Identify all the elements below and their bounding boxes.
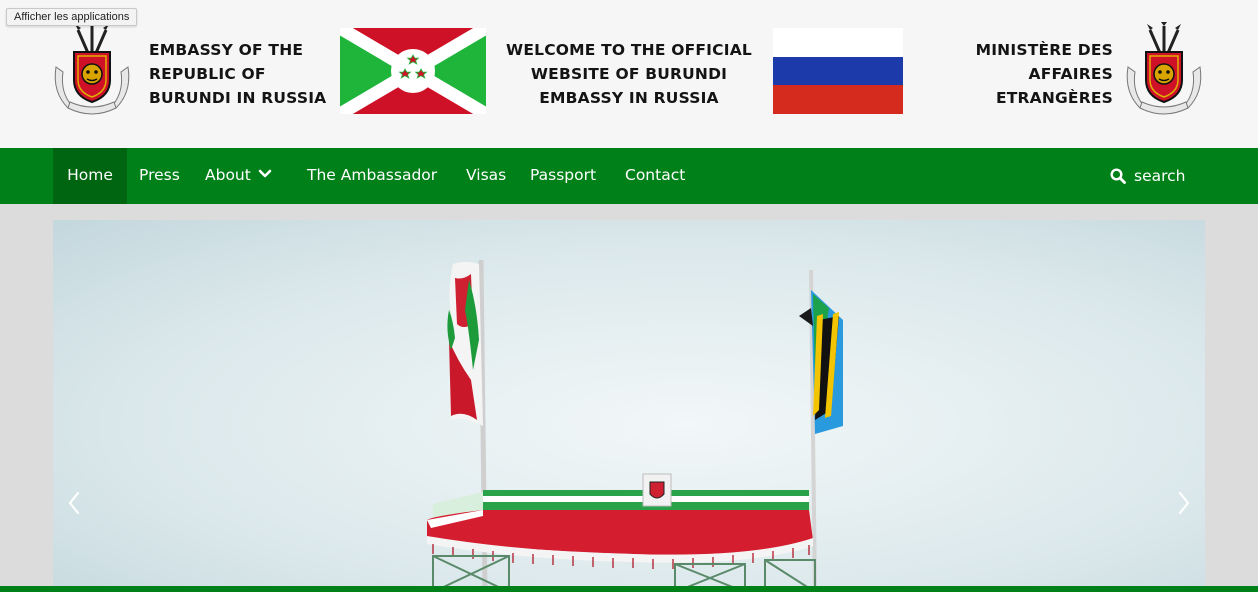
nav-press[interactable]: Press: [139, 148, 180, 204]
burundi-flag-icon: [340, 28, 486, 114]
coat-of-arms-right-icon[interactable]: [1122, 22, 1206, 122]
nav-passport[interactable]: Passport: [530, 148, 596, 204]
welcome-text-line: WELCOME TO THE OFFICIAL: [506, 41, 752, 59]
russia-flag-icon: [773, 28, 903, 114]
nav-about[interactable]: About: [205, 148, 272, 204]
embassy-title-line: EMBASSY OF THE: [149, 41, 304, 59]
welcome-text: WELCOME TO THE OFFICIAL WEBSITE OF BURUN…: [500, 38, 758, 110]
hero-slide-image: [53, 220, 1205, 592]
ministry-title-line: AFFAIRES: [1028, 65, 1113, 83]
site-header: Afficher les applications EMBASSY OF THE…: [0, 0, 1258, 148]
search-icon: [1110, 168, 1126, 184]
hero-slider[interactable]: [53, 220, 1205, 592]
nav-contact[interactable]: Contact: [625, 148, 685, 204]
ministry-title-line: MINISTÈRE DES: [975, 41, 1113, 59]
embassy-title: EMBASSY OF THE REPUBLIC OF BURUNDI IN RU…: [149, 38, 326, 110]
ministry-title: MINISTÈRE DES AFFAIRES ETRANGÈRES: [960, 38, 1113, 110]
welcome-text-line: EMBASSY IN RUSSIA: [539, 89, 719, 107]
nav-about-label: About: [205, 166, 251, 184]
embassy-title-line: REPUBLIC OF: [149, 65, 266, 83]
search-button[interactable]: search: [1110, 148, 1186, 204]
coat-of-arms-left-icon[interactable]: [50, 22, 134, 122]
apps-tooltip: Afficher les applications: [6, 8, 138, 26]
nav-visas[interactable]: Visas: [466, 148, 506, 204]
embassy-title-line: BURUNDI IN RUSSIA: [149, 89, 327, 107]
nav-the-ambassador[interactable]: The Ambassador: [307, 148, 437, 204]
main-navbar: Home Press About The Ambassador Visas Pa…: [0, 148, 1258, 204]
chevron-down-icon: [258, 169, 272, 177]
ministry-title-line: ETRANGÈRES: [995, 89, 1113, 107]
bottom-green-bar: [0, 586, 1258, 592]
welcome-text-line: WEBSITE OF BURUNDI: [530, 65, 728, 83]
chevron-left-icon[interactable]: [64, 488, 84, 518]
chevron-right-icon[interactable]: [1174, 488, 1194, 518]
search-label: search: [1134, 166, 1186, 185]
nav-home[interactable]: Home: [53, 148, 127, 204]
